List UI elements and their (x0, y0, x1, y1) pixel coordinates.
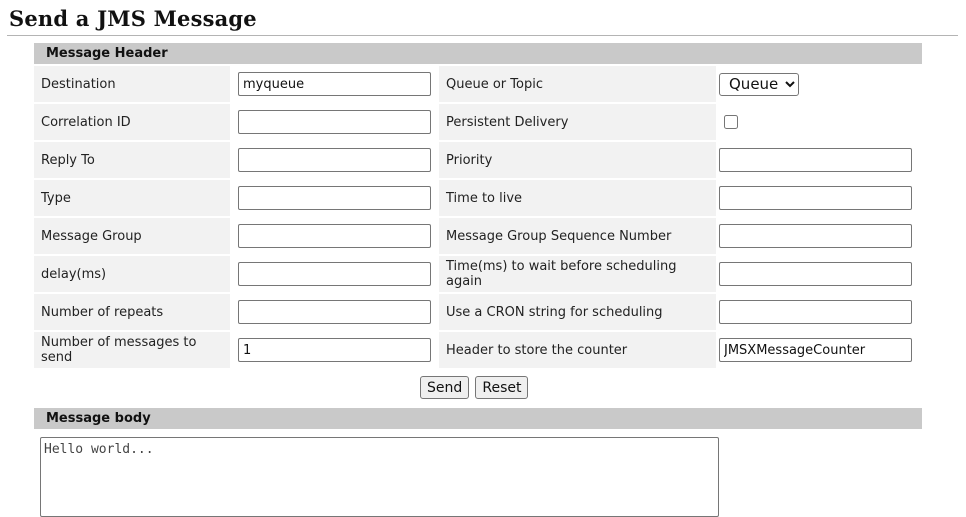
number-of-repeats-input[interactable] (238, 300, 431, 324)
form-row: Destination Queue or Topic Queue Topic (34, 66, 920, 104)
reply-to-input[interactable] (238, 148, 431, 172)
message-group-label: Message Group (34, 218, 230, 256)
reset-button[interactable]: Reset (475, 376, 529, 399)
messages-to-send-label: Number of messages to send (34, 332, 230, 370)
type-input[interactable] (238, 186, 431, 210)
counter-header-input[interactable] (719, 338, 912, 362)
correlation-id-label: Correlation ID (34, 104, 230, 142)
cron-input[interactable] (719, 300, 912, 324)
message-body-section-title: Message body (34, 408, 922, 429)
messages-to-send-input[interactable] (238, 338, 431, 362)
form-buttons: Send Reset (420, 376, 529, 399)
message-body-textarea[interactable]: Hello world... (40, 437, 719, 517)
destination-input[interactable] (238, 72, 431, 96)
form-row: Reply To Priority (34, 142, 920, 180)
wait-before-scheduling-input[interactable] (719, 262, 912, 286)
delay-input[interactable] (238, 262, 431, 286)
message-header-section-title: Message Header (34, 43, 922, 64)
time-to-live-input[interactable] (719, 186, 912, 210)
form-row: Number of messages to send Header to sto… (34, 332, 920, 370)
form-row: Type Time to live (34, 180, 920, 218)
priority-label: Priority (439, 142, 716, 180)
time-to-live-label: Time to live (439, 180, 716, 218)
form-row: delay(ms) Time(ms) to wait before schedu… (34, 256, 920, 294)
message-group-seq-input[interactable] (719, 224, 912, 248)
correlation-id-input[interactable] (238, 110, 431, 134)
counter-header-label: Header to store the counter (439, 332, 716, 370)
send-button[interactable]: Send (420, 376, 470, 399)
form-row: Correlation ID Persistent Delivery (34, 104, 920, 142)
persistent-delivery-label: Persistent Delivery (439, 104, 716, 142)
delay-label: delay(ms) (34, 256, 230, 294)
form-row: Message Group Message Group Sequence Num… (34, 218, 920, 256)
message-group-input[interactable] (238, 224, 431, 248)
queue-or-topic-select[interactable]: Queue Topic (719, 72, 799, 96)
number-of-repeats-label: Number of repeats (34, 294, 230, 332)
message-header-form: Destination Queue or Topic Queue Topic C… (34, 66, 920, 370)
type-label: Type (34, 180, 230, 218)
reply-to-label: Reply To (34, 142, 230, 180)
form-row: Number of repeats Use a CRON string for … (34, 294, 920, 332)
wait-before-scheduling-label: Time(ms) to wait before scheduling again (439, 256, 716, 294)
page-title: Send a JMS Message (9, 6, 257, 31)
priority-input[interactable] (719, 148, 912, 172)
queue-or-topic-label: Queue or Topic (439, 66, 716, 104)
cron-label: Use a CRON string for scheduling (439, 294, 716, 332)
destination-label: Destination (34, 66, 230, 104)
title-divider (7, 35, 958, 36)
message-group-seq-label: Message Group Sequence Number (439, 218, 716, 256)
persistent-delivery-checkbox[interactable] (724, 115, 738, 129)
